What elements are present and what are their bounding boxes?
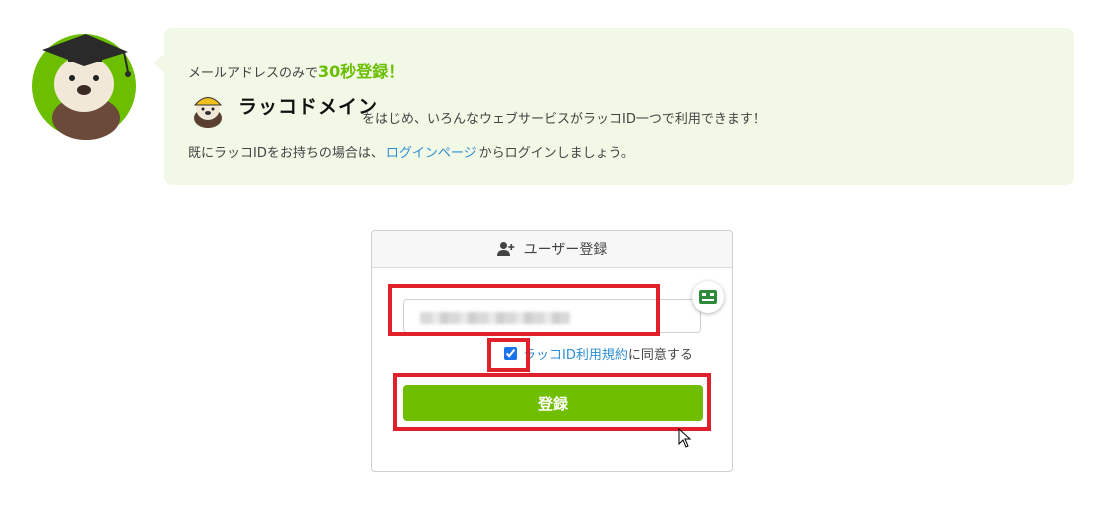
headline-prefix: メールアドレスのみで [188,66,319,81]
headline-highlight: 30秒登録！ [318,62,405,81]
brand-description: をはじめ、いろんなウェブサービスがラッコID一つで利用できます！ [362,112,766,127]
card-icon [699,290,717,304]
signup-headline: メールアドレスのみで30秒登録！ [188,58,404,82]
highlight-checkbox-box [487,338,530,372]
mascot-otter-icon [32,34,136,140]
cursor-icon [678,428,692,448]
terms-link[interactable]: ラッコID利用規約 [523,344,628,363]
login-hint-suffix: からログインしましょう。 [478,146,634,161]
brand-name: ラッコドメイン [238,96,379,118]
login-page-link[interactable]: ログインページ [384,146,479,161]
highlight-email-box [388,284,660,336]
login-hint: 既にラッコIDをお持ちの場合は、 ログインページ からログインしましょう。 [188,142,634,161]
brand-otter-icon [193,96,223,128]
terms-suffix: に同意する [627,348,693,363]
login-hint-prefix: 既にラッコIDをお持ちの場合は、 [188,146,384,161]
info-bubble: メールアドレスのみで30秒登録！ ラッコドメイン をはじめ、いろんなウェブサービ… [154,28,1074,185]
user-plus-icon [496,242,514,256]
card-badge-button[interactable] [692,281,724,313]
card-header: ユーザー登録 [372,231,732,268]
card-title: ユーザー登録 [523,242,608,258]
highlight-button-box [393,373,711,431]
terms-agreement: ラッコID利用規約 に同意する [504,344,693,363]
